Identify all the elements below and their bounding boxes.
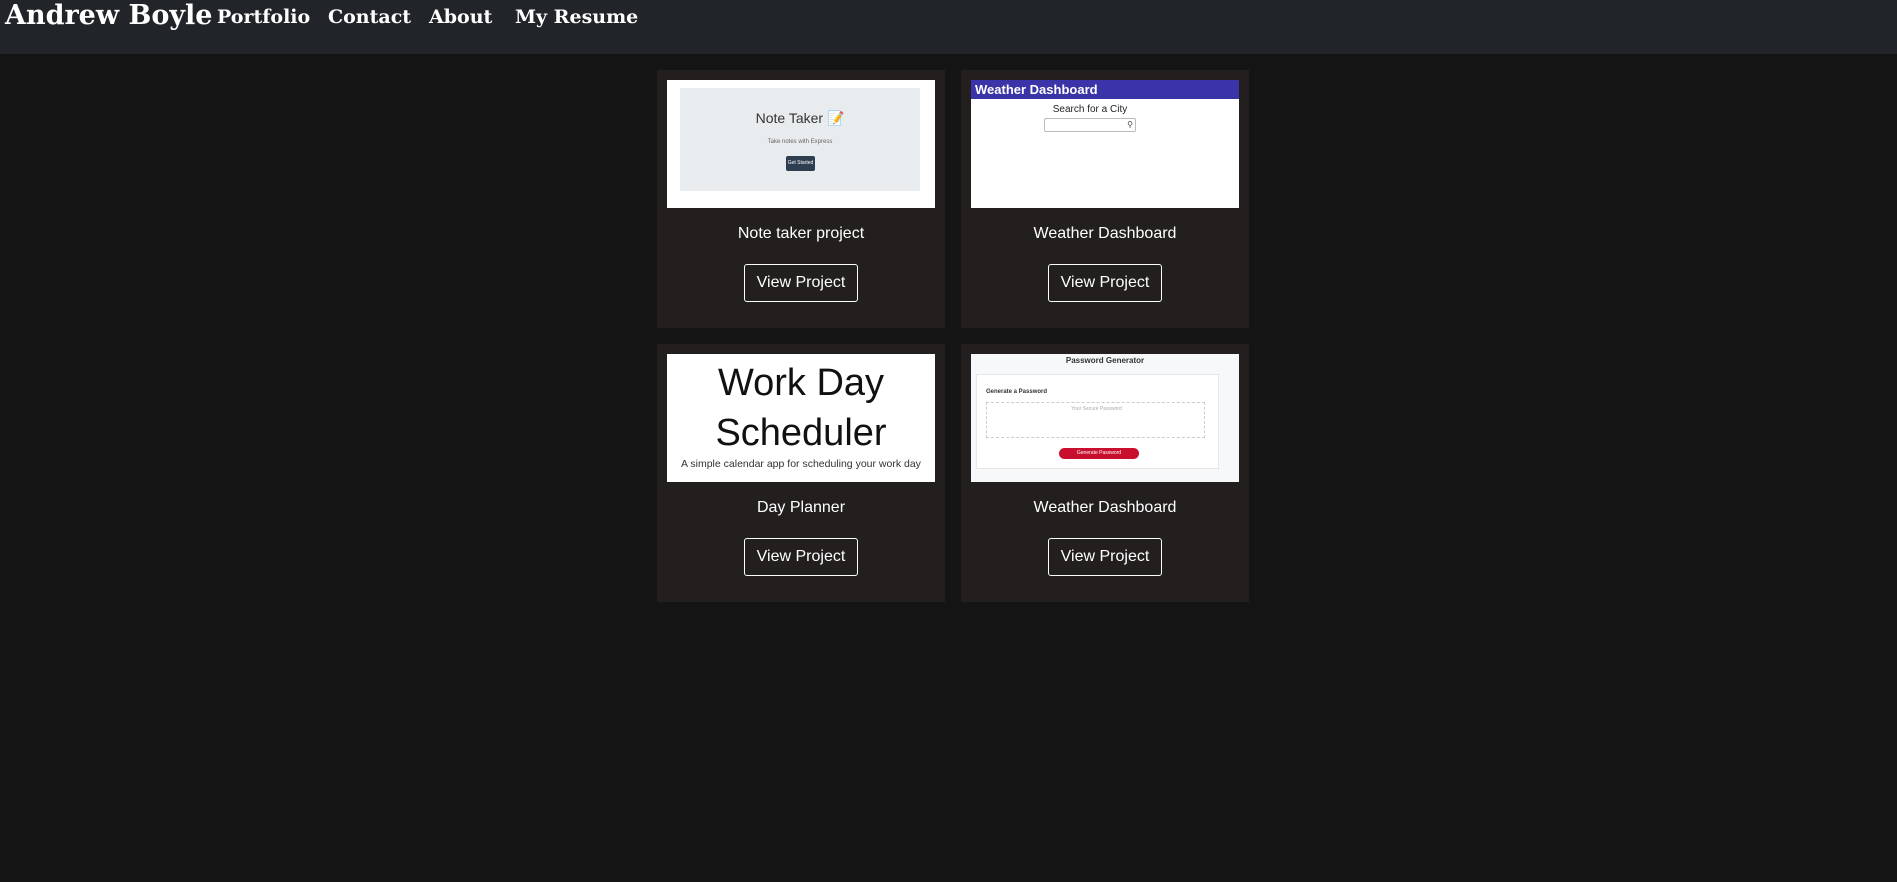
note-taker-subtitle: Take notes with Express (767, 139, 833, 145)
project-thumbnail[interactable]: Note Taker 📝 Take notes with Express Get… (667, 80, 935, 208)
weather-search-box: ⚲ (1044, 118, 1136, 132)
project-title: Weather Dashboard (1033, 225, 1177, 242)
password-placeholder: Your Secure Password (1071, 406, 1122, 412)
project-thumbnail[interactable]: Work Day Scheduler A simple calendar app… (667, 354, 935, 482)
scheduler-heading-line2: Scheduler (715, 412, 887, 454)
brand-logo[interactable]: Andrew Boyle (5, 0, 212, 32)
weather-search-label: Search for a City (1052, 104, 1128, 115)
view-project-button[interactable]: View Project (1048, 264, 1162, 302)
password-output: Your Secure Password (986, 402, 1205, 438)
get-started-button: Get Started (786, 156, 815, 171)
nav-link-contact[interactable]: Contact (328, 4, 411, 30)
project-thumbnail[interactable]: Weather Dashboard Search for a City ⚲ (971, 80, 1239, 208)
password-card-title: Generate a Password (986, 389, 1048, 395)
project-card-password-generator: Password Generator Generate a Password Y… (961, 344, 1249, 602)
nav-link-portfolio[interactable]: Portfolio (217, 4, 310, 30)
scheduler-heading-line1: Work Day (717, 362, 885, 404)
view-project-button[interactable]: View Project (744, 538, 858, 576)
project-title: Weather Dashboard (1033, 499, 1177, 516)
notepad-icon: 📝 (826, 110, 845, 126)
project-card-weather-dashboard: Weather Dashboard Search for a City ⚲ We… (961, 70, 1249, 328)
project-title: Note taker project (737, 225, 865, 242)
view-project-button[interactable]: View Project (744, 264, 858, 302)
project-thumbnail[interactable]: Password Generator Generate a Password Y… (971, 354, 1239, 482)
password-heading: Password Generator (1065, 356, 1145, 365)
project-card-day-planner: Work Day Scheduler A simple calendar app… (657, 344, 945, 602)
scheduler-subtitle: A simple calendar app for scheduling you… (681, 458, 921, 470)
project-title: Day Planner (756, 499, 846, 516)
view-project-button[interactable]: View Project (1048, 538, 1162, 576)
weather-header: Weather Dashboard (971, 80, 1239, 99)
nav-link-my-resume[interactable]: My Resume (515, 4, 638, 30)
nav-link-about[interactable]: About (429, 4, 492, 30)
note-taker-jumbotron: Note Taker 📝 Take notes with Express Get… (680, 88, 920, 191)
note-taker-heading: Note Taker (755, 110, 824, 126)
search-icon: ⚲ (1127, 120, 1133, 129)
password-card: Generate a Password Your Secure Password… (976, 374, 1219, 469)
navbar: Andrew Boyle Portfolio Contact About My … (0, 0, 1897, 54)
project-card-note-taker: Note Taker 📝 Take notes with Express Get… (657, 70, 945, 328)
generate-password-button: Generate Password (1059, 448, 1139, 459)
